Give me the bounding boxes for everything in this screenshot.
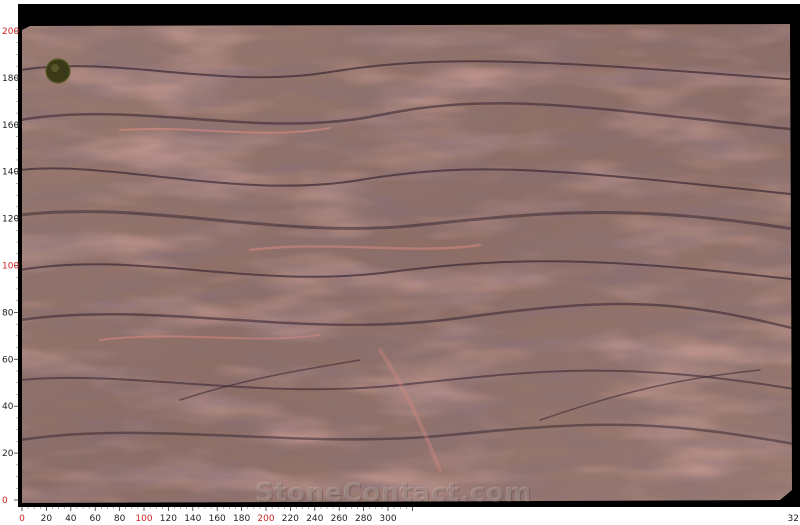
y-ruler-label: 100 (2, 262, 19, 272)
y-ruler-label: 180 (2, 74, 19, 84)
y-ruler-label: 80 (2, 308, 14, 318)
x-ruler-label: 80 (114, 514, 126, 524)
x-ruler-label: 20 (41, 514, 53, 524)
y-ruler-label: 140 (2, 168, 19, 178)
vertical-ruler: 0 20 40 60 80 100 120 140 160 180 200 (0, 0, 19, 525)
x-ruler-label: 160 (209, 514, 226, 524)
x-ruler-label: 140 (184, 514, 201, 524)
y-ruler-label: 160 (2, 121, 19, 131)
x-ruler-label: 60 (89, 514, 101, 524)
slab-photo: 0 20 40 60 80 100 120 140 160 180 200 0 20 40 60 80 100… (0, 0, 800, 525)
round-dark-green-sticker-icon (45, 58, 71, 84)
x-ruler-label: 120 (160, 514, 177, 524)
x-ruler-label: 40 (65, 514, 77, 524)
y-ruler-label: 40 (2, 402, 14, 412)
x-ruler-label: 180 (233, 514, 250, 524)
y-ruler-label: 20 (2, 449, 14, 459)
watermark-text: StoneContact.com (255, 478, 532, 508)
y-ruler-label: 120 (2, 215, 19, 225)
x-ruler-label: 100 (135, 514, 152, 524)
y-ruler-label: 0 (2, 496, 8, 506)
y-ruler-label: 200 (2, 27, 19, 37)
slab-photo-stage: 0 20 40 60 80 100 120 140 160 180 200 0 20 40 60 80 100… (0, 0, 800, 525)
y-ruler-label: 60 (2, 355, 14, 365)
slab-dark-veining (22, 24, 792, 503)
x-ruler-label: 0 (19, 514, 25, 524)
x-ruler-label: 32 (788, 514, 799, 524)
top-ruler-strip (0, 0, 800, 4)
